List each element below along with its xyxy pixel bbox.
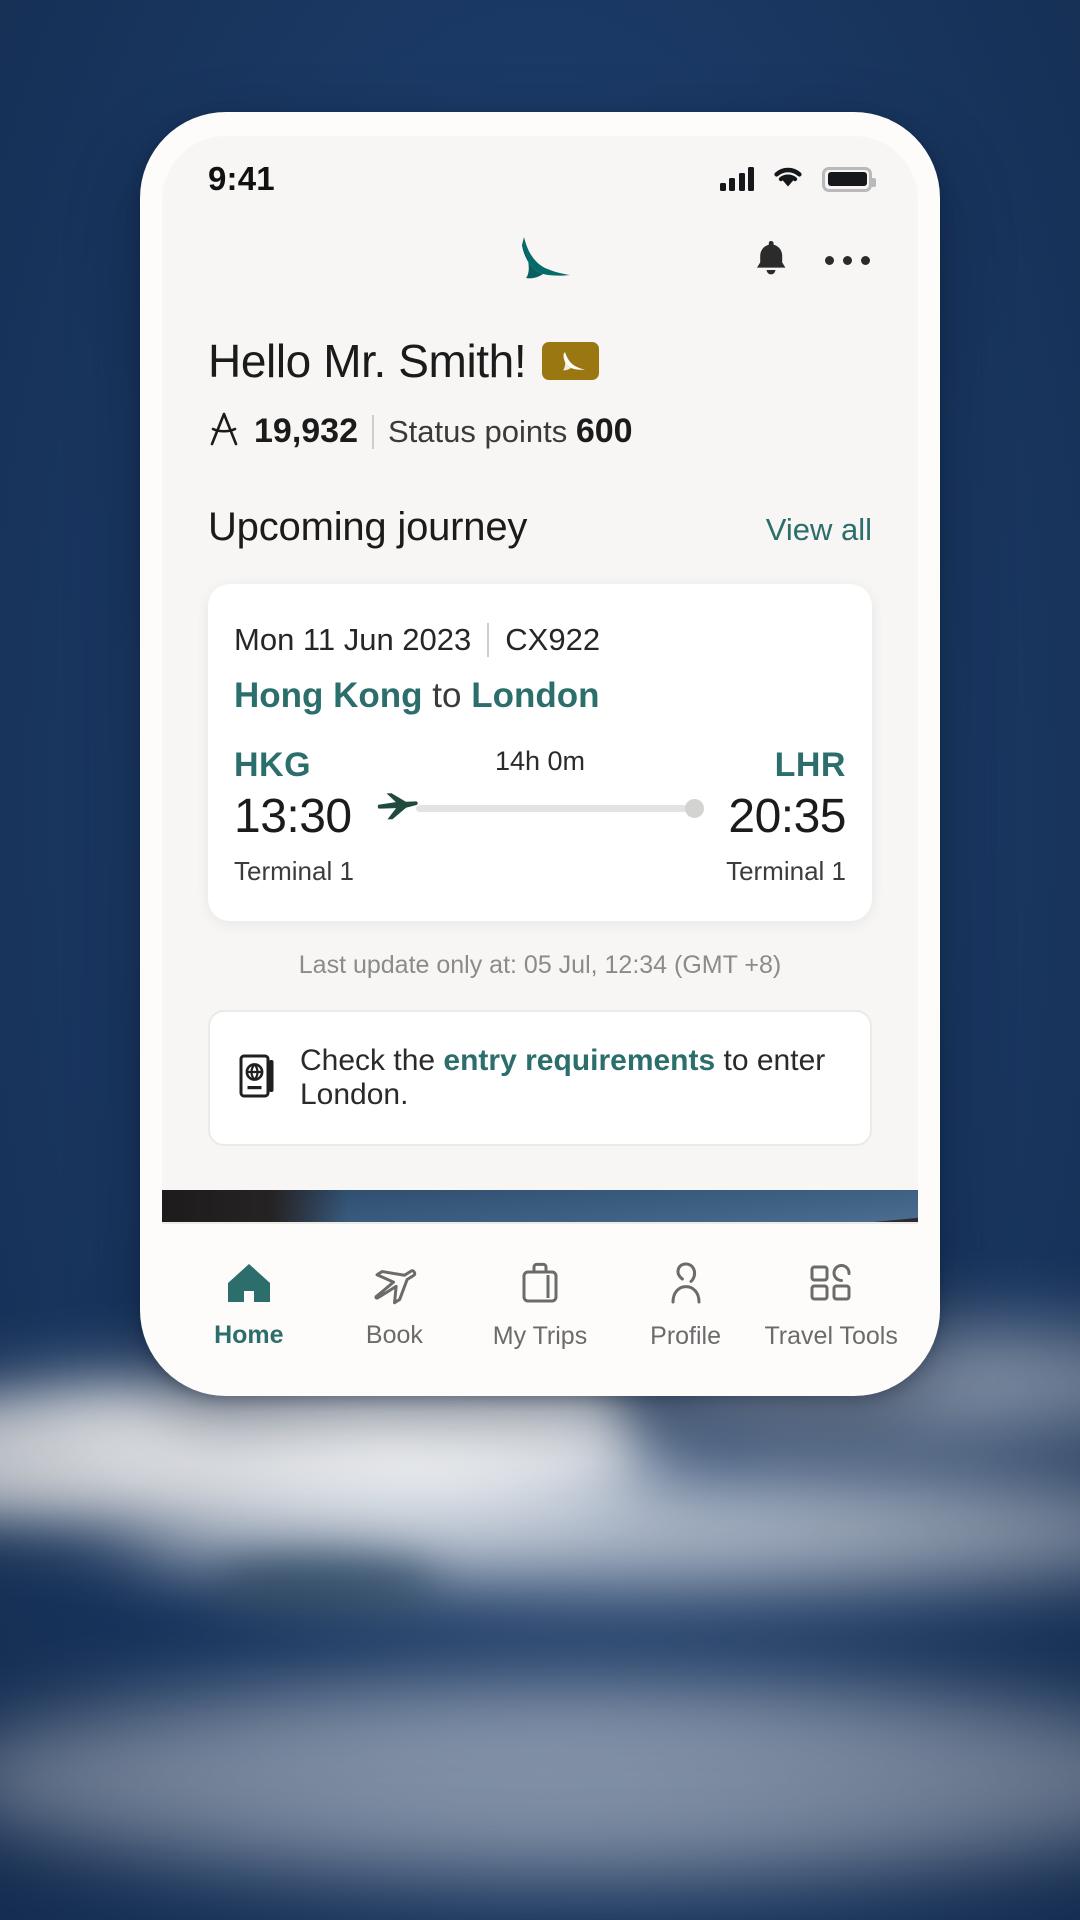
arrival-leg: LHR 20:35 Terminal 1 — [726, 746, 846, 887]
tab-label: Book — [365, 1320, 423, 1349]
departure-iata: HKG — [234, 746, 312, 784]
arrival-iata: LHR — [774, 746, 846, 784]
home-icon — [225, 1261, 273, 1310]
upcoming-journey-card[interactable]: Mon 11 Jun 2023 CX922 Hong Kong to Londo… — [208, 584, 872, 921]
bottom-navigation: Home Book My Trips Profile Travel Tools — [162, 1222, 918, 1372]
app-header — [162, 212, 918, 308]
entry-requirements-link[interactable]: entry requirements — [443, 1044, 715, 1077]
grid-tools-icon — [807, 1260, 855, 1311]
to-word: to — [432, 676, 462, 715]
tab-book[interactable]: Book — [322, 1261, 468, 1350]
flight-date: Mon 11 Jun 2023 — [234, 622, 472, 657]
status-indicators — [719, 164, 876, 194]
status-points-value: 600 — [575, 412, 633, 450]
divider — [487, 623, 490, 657]
destination-city: London — [471, 676, 600, 715]
asia-miles-value: 19,932 — [254, 412, 358, 450]
app-screen: 9:41 Hello Mr. Smith! 19,932 Status poin… — [162, 136, 918, 1372]
cathay-brushwing-logo — [507, 235, 573, 286]
tab-label: Profile — [650, 1321, 722, 1350]
flight-meta: Mon 11 Jun 2023 CX922 — [234, 622, 846, 658]
route-text: Hong Kong to London — [234, 676, 846, 716]
flight-duration: 14h 0m — [494, 746, 586, 776]
last-update-text: Last update only at: 05 Jul, 12:34 (GMT … — [298, 951, 782, 979]
upcoming-journey-header: Upcoming journey View all — [208, 505, 872, 550]
tab-travel-tools[interactable]: Travel Tools — [758, 1260, 904, 1351]
origin-city: Hong Kong — [234, 676, 423, 715]
promo-banner[interactable]: Where will you go next? — [162, 1190, 918, 1222]
status-bar: 9:41 — [162, 136, 918, 212]
view-all-link[interactable]: View all — [766, 512, 872, 548]
departure-leg: HKG 13:30 Terminal 1 — [234, 746, 354, 887]
bell-icon[interactable] — [753, 238, 789, 283]
promo-photo — [162, 1190, 918, 1222]
gold-tier-brushwing-badge — [542, 342, 600, 380]
battery-full-icon — [822, 166, 876, 192]
more-horizontal-icon[interactable] — [823, 248, 872, 273]
home-content: Hello Mr. Smith! 19,932 Status points 60… — [162, 308, 918, 1222]
tab-home[interactable]: Home — [176, 1261, 322, 1350]
phone-mockup: 9:41 Hello Mr. Smith! 19,932 Status poin… — [140, 112, 940, 1396]
progress-track — [376, 791, 705, 826]
suitcase-icon — [517, 1260, 563, 1311]
progress-line — [415, 804, 689, 812]
promo-cabin-shade — [162, 1190, 347, 1222]
arrival-terminal: Terminal 1 — [726, 856, 846, 886]
tab-profile[interactable]: Profile — [613, 1260, 759, 1351]
greeting-text: Hello Mr. Smith! — [208, 335, 527, 387]
status-time: 9:41 — [208, 160, 275, 197]
flight-progress: 14h 0m — [354, 746, 726, 823]
person-icon — [664, 1260, 708, 1311]
airplane-icon — [376, 791, 420, 826]
divider — [372, 414, 374, 449]
tab-label: Home — [214, 1320, 284, 1349]
notice-text: Check the entry requirements to enter Lo… — [300, 1044, 842, 1112]
flight-number: CX922 — [505, 622, 601, 657]
wifi-icon — [771, 164, 805, 194]
departure-time: 13:30 — [234, 790, 352, 843]
signal-bars-icon — [719, 167, 754, 191]
entry-requirements-notice[interactable]: Check the entry requirements to enter Lo… — [208, 1010, 872, 1146]
departure-terminal: Terminal 1 — [234, 856, 354, 886]
greeting-row: Hello Mr. Smith! — [208, 334, 872, 388]
header-actions — [753, 238, 872, 283]
tab-label: Travel Tools — [764, 1321, 898, 1350]
status-points-label: Status points 600 — [388, 412, 633, 450]
passport-icon — [238, 1053, 278, 1104]
asia-miles-icon — [208, 410, 240, 453]
loyalty-summary: 19,932 Status points 600 — [208, 410, 872, 453]
arrival-time: 20:35 — [728, 790, 846, 843]
notice-prefix: Check the — [300, 1044, 444, 1077]
greeting-block: Hello Mr. Smith! 19,932 Status points 60… — [162, 308, 918, 550]
tab-my-trips[interactable]: My Trips — [467, 1260, 613, 1351]
promo-section: Where will you go next? Book a trip — [162, 1146, 918, 1222]
airplane-outline-icon — [368, 1261, 420, 1310]
section-title: Upcoming journey — [208, 505, 528, 549]
flight-legs: HKG 13:30 Terminal 1 14h 0m LHR 20:35 Te… — [234, 746, 846, 887]
tab-label: My Trips — [492, 1321, 588, 1350]
progress-end-dot — [685, 798, 705, 818]
